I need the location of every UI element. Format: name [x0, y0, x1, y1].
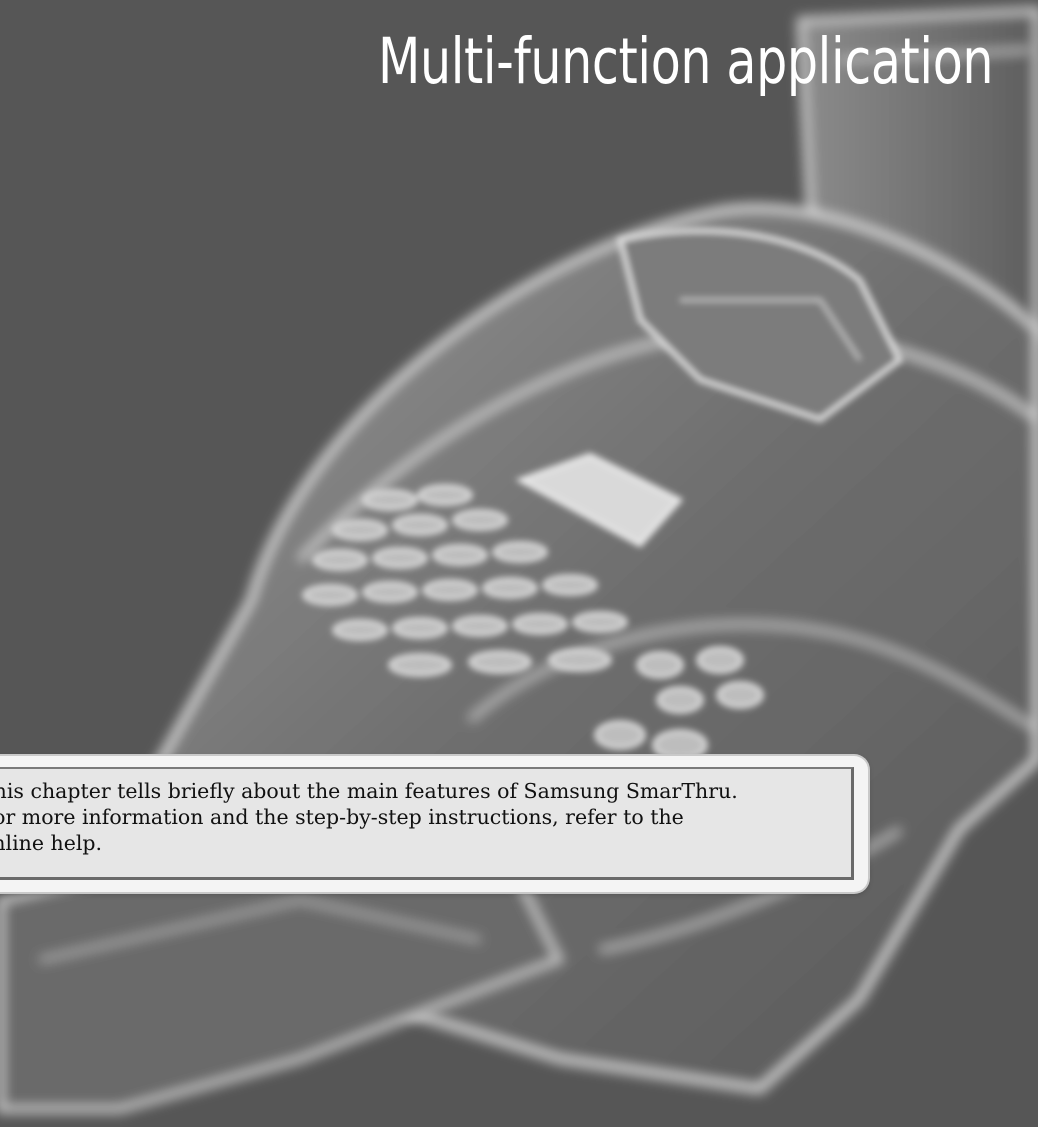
- fax-machine-illustration: [0, 6, 1038, 1113]
- chapter-title: Multi-function application: [378, 25, 994, 98]
- summary-line: online help.: [0, 831, 103, 855]
- summary-text: This chapter tells briefly about the mai…: [0, 778, 840, 856]
- summary-line: This chapter tells briefly about the mai…: [0, 779, 738, 803]
- page: Multi-function application This chapter …: [0, 0, 1038, 1127]
- summary-line: For more information and the step-by-ste…: [0, 805, 684, 829]
